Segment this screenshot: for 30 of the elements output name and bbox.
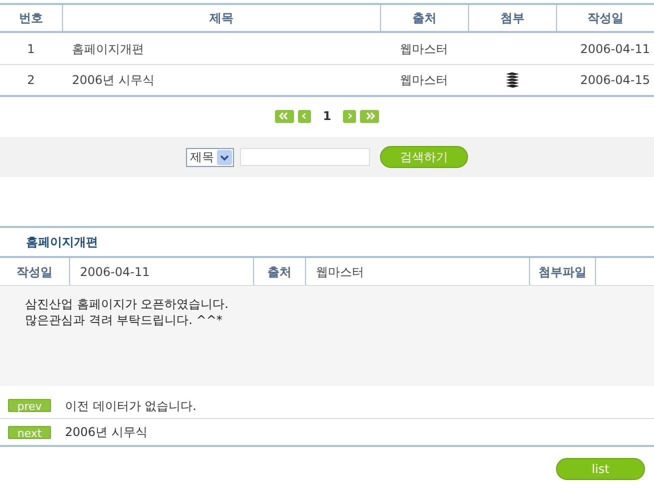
next-page-button[interactable] (343, 110, 356, 122)
first-page-button[interactable] (274, 110, 294, 122)
author-name: 웹마스터 (400, 40, 448, 58)
field-label: 출처 (268, 264, 292, 280)
column-header: 작성일 (588, 10, 624, 27)
post-nav-link[interactable]: 2006년 시무식 (65, 423, 148, 441)
article-title: 홈페이지개편 (26, 234, 98, 251)
post-date: 2006-04-11 (580, 40, 650, 58)
search-input-field[interactable] (240, 148, 370, 166)
last-page-button[interactable] (360, 110, 380, 122)
article-date: 2006-04-11 (80, 264, 150, 280)
row-number: 2 (27, 72, 35, 89)
post-date: 2006-04-15 (580, 72, 650, 89)
field-label: 작성일 (16, 264, 52, 280)
field-label: 첨부파일 (538, 264, 586, 280)
article-author: 웹마스터 (316, 264, 364, 280)
article-body: 삼진산업 홈페이지가 오픈하였습니다. 많은관심과 격려 부탁드립니다. ^^* (0, 285, 654, 386)
previous-page-button[interactable] (298, 110, 311, 122)
post-nav-link[interactable]: 이전 데이터가 없습니다. (65, 396, 196, 414)
column-header: 번호 (19, 10, 43, 27)
post-title-link[interactable]: 2006년 시무식 (72, 73, 154, 87)
column-header: 제목 (210, 10, 234, 27)
page-number[interactable]: 1 (314, 107, 340, 125)
document-stack-icon[interactable] (504, 72, 520, 88)
column-header: 첨부 (500, 10, 524, 27)
author-name: 웹마스터 (400, 72, 448, 89)
column-header: 출처 (412, 10, 436, 27)
row-number: 1 (27, 40, 35, 58)
post-title-link[interactable]: 홈페이지개편 (72, 42, 144, 56)
search-category-select[interactable]: 제목 (186, 148, 234, 166)
